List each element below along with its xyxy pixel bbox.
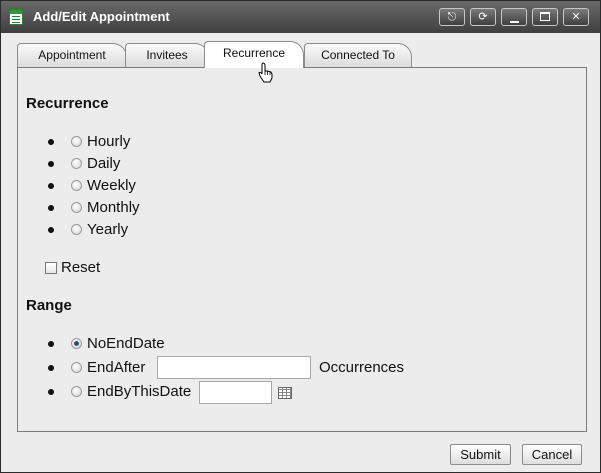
tab-bar: Appointment Invitees Recurrence Connecte… xyxy=(17,41,587,68)
list-bullet xyxy=(48,227,54,233)
tab-appointment[interactable]: Appointment xyxy=(17,43,127,67)
list-bullet xyxy=(48,139,54,145)
label-weekly: Weekly xyxy=(87,177,136,194)
label-no-end-date: NoEndDate xyxy=(87,335,165,352)
recurrence-heading: Recurrence xyxy=(26,95,109,112)
list-bullet xyxy=(48,183,54,189)
title-bar[interactable]: Add/Edit Appointment ⎋ ⟳ ✕ xyxy=(1,1,600,33)
cancel-button[interactable]: Cancel xyxy=(522,444,582,465)
end-after-input[interactable] xyxy=(157,356,311,379)
label-monthly: Monthly xyxy=(87,199,140,216)
tab-connected-to[interactable]: Connected To xyxy=(304,43,412,67)
hand-cursor-icon xyxy=(258,62,274,88)
radio-no-end-date[interactable] xyxy=(71,338,82,349)
add-edit-appointment-dialog: Add/Edit Appointment ⎋ ⟳ ✕ Appointment I… xyxy=(0,0,601,473)
list-bullet xyxy=(48,365,54,371)
reset-checkbox[interactable] xyxy=(45,262,57,274)
maximize-button[interactable] xyxy=(532,8,558,26)
radio-yearly[interactable] xyxy=(71,224,82,235)
radio-hourly[interactable] xyxy=(71,136,82,147)
radio-monthly[interactable] xyxy=(71,202,82,213)
recurrence-panel: Recurrence Hourly Daily Weekly Monthly Y… xyxy=(17,67,587,432)
close-icon: ✕ xyxy=(571,10,581,23)
radio-end-by-date[interactable] xyxy=(71,386,82,397)
list-bullet xyxy=(48,205,54,211)
radio-weekly[interactable] xyxy=(71,180,82,191)
calendar-app-icon xyxy=(9,9,23,25)
end-by-date-input[interactable] xyxy=(199,381,272,404)
minimize-icon xyxy=(509,21,519,23)
list-bullet xyxy=(48,341,54,347)
radio-end-after[interactable] xyxy=(71,362,82,373)
label-end-after: EndAfter xyxy=(87,359,146,376)
window-title: Add/Edit Appointment xyxy=(33,9,170,24)
calendar-picker-icon[interactable] xyxy=(278,387,292,399)
refresh-button[interactable]: ⟳ xyxy=(470,8,496,26)
label-daily: Daily xyxy=(87,155,121,172)
label-yearly: Yearly xyxy=(87,221,129,238)
list-bullet xyxy=(48,389,54,395)
maximize-icon xyxy=(540,12,550,21)
label-end-by-date: EndByThisDate xyxy=(87,383,192,400)
label-hourly: Hourly xyxy=(87,133,131,150)
tab-invitees[interactable]: Invitees xyxy=(125,43,209,67)
pin-icon: ⎋ xyxy=(447,10,457,23)
list-bullet xyxy=(48,161,54,167)
pin-button[interactable]: ⎋ xyxy=(439,8,465,26)
minimize-button[interactable] xyxy=(501,8,527,26)
range-heading: Range xyxy=(26,297,72,314)
occurrences-label: Occurrences xyxy=(319,359,405,376)
radio-daily[interactable] xyxy=(71,158,82,169)
reset-label: Reset xyxy=(61,259,101,276)
close-button[interactable]: ✕ xyxy=(563,8,589,26)
submit-button[interactable]: Submit xyxy=(450,444,511,465)
refresh-icon: ⟳ xyxy=(478,10,488,23)
tab-recurrence[interactable]: Recurrence xyxy=(204,41,304,68)
